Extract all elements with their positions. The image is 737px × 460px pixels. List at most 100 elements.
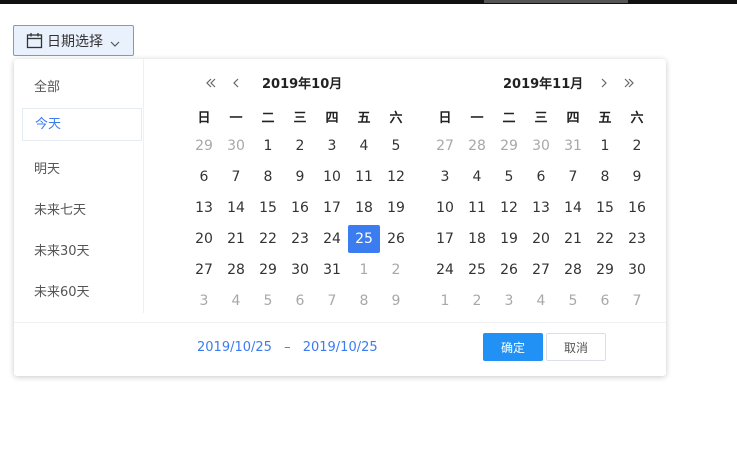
left-day-cell[interactable]: 3 <box>316 132 348 160</box>
left-day-cell[interactable]: 24 <box>316 225 348 253</box>
shortcut-item[interactable]: 未来七天 <box>22 194 142 227</box>
right-day-cell[interactable]: 25 <box>461 256 493 284</box>
right-day-cell[interactable]: 7 <box>557 163 589 191</box>
left-day-cell[interactable]: 10 <box>316 163 348 191</box>
left-day-cell[interactable]: 5 <box>252 287 284 315</box>
left-day-cell[interactable]: 4 <box>348 132 380 160</box>
left-day-cell[interactable]: 31 <box>316 256 348 284</box>
next-month-icon[interactable] <box>597 75 611 91</box>
shortcut-list: 全部今天明天未来七天未来30天未来60天 <box>14 59 144 313</box>
right-day-cell[interactable]: 10 <box>429 194 461 222</box>
left-day-cell[interactable]: 7 <box>316 287 348 315</box>
right-day-cell[interactable]: 16 <box>621 194 653 222</box>
left-day-cell[interactable]: 14 <box>220 194 252 222</box>
right-day-cell[interactable]: 3 <box>493 287 525 315</box>
right-day-cell[interactable]: 12 <box>493 194 525 222</box>
confirm-button[interactable]: 确定 <box>483 333 543 361</box>
prev-year-icon[interactable] <box>204 75 218 91</box>
right-day-cell[interactable]: 30 <box>525 132 557 160</box>
left-weekday: 五 <box>357 110 371 126</box>
left-day-cell[interactable]: 9 <box>380 287 412 315</box>
left-day-cell[interactable]: 3 <box>188 287 220 315</box>
right-day-cell[interactable]: 15 <box>589 194 621 222</box>
shortcut-item[interactable]: 全部 <box>22 71 142 104</box>
left-day-cell[interactable]: 6 <box>188 163 220 191</box>
left-day-cell[interactable]: 18 <box>348 194 380 222</box>
right-day-cell[interactable]: 29 <box>589 256 621 284</box>
left-day-cell[interactable]: 4 <box>220 287 252 315</box>
left-day-cell[interactable]: 28 <box>220 256 252 284</box>
right-day-cell[interactable]: 17 <box>429 225 461 253</box>
right-day-cell[interactable]: 1 <box>589 132 621 160</box>
left-day-cell[interactable]: 6 <box>284 287 316 315</box>
right-day-cell[interactable]: 31 <box>557 132 589 160</box>
left-day-cell[interactable]: 30 <box>284 256 316 284</box>
left-day-cell[interactable]: 5 <box>380 132 412 160</box>
left-day-cell[interactable]: 26 <box>380 225 412 253</box>
left-day-cell[interactable]: 23 <box>284 225 316 253</box>
left-day-cell[interactable]: 1 <box>252 132 284 160</box>
left-day-cell[interactable]: 1 <box>348 256 380 284</box>
right-day-cell[interactable]: 2 <box>621 132 653 160</box>
right-day-cell[interactable]: 11 <box>461 194 493 222</box>
left-day-cell[interactable]: 25 <box>348 225 380 253</box>
left-day-cell[interactable]: 21 <box>220 225 252 253</box>
left-day-cell[interactable]: 16 <box>284 194 316 222</box>
right-day-cell[interactable]: 9 <box>621 163 653 191</box>
left-day-cell[interactable]: 2 <box>284 132 316 160</box>
left-day-cell[interactable]: 9 <box>284 163 316 191</box>
right-day-cell[interactable]: 5 <box>493 163 525 191</box>
right-day-cell[interactable]: 3 <box>429 163 461 191</box>
left-day-cell[interactable]: 22 <box>252 225 284 253</box>
right-day-cell[interactable]: 18 <box>461 225 493 253</box>
right-day-cell[interactable]: 21 <box>557 225 589 253</box>
right-day-cell[interactable]: 28 <box>557 256 589 284</box>
left-day-cell[interactable]: 8 <box>252 163 284 191</box>
left-day-cell[interactable]: 29 <box>188 132 220 160</box>
left-day-cell[interactable]: 13 <box>188 194 220 222</box>
cancel-button[interactable]: 取消 <box>546 333 606 361</box>
right-day-cell[interactable]: 4 <box>525 287 557 315</box>
left-day-cell[interactable]: 8 <box>348 287 380 315</box>
right-day-cell[interactable]: 29 <box>493 132 525 160</box>
left-day-cell[interactable]: 15 <box>252 194 284 222</box>
right-day-cell[interactable]: 30 <box>621 256 653 284</box>
right-day-cell[interactable]: 5 <box>557 287 589 315</box>
shortcut-item[interactable]: 今天 <box>22 108 142 141</box>
right-day-cell[interactable]: 26 <box>493 256 525 284</box>
right-day-cell[interactable]: 19 <box>493 225 525 253</box>
date-picker-trigger[interactable]: 日期选择 <box>13 25 134 56</box>
right-day-cell[interactable]: 27 <box>429 132 461 160</box>
prev-month-icon[interactable] <box>229 75 243 91</box>
left-day-cell[interactable]: 12 <box>380 163 412 191</box>
right-day-cell[interactable]: 6 <box>525 163 557 191</box>
left-day-cell[interactable]: 30 <box>220 132 252 160</box>
left-day-cell[interactable]: 2 <box>380 256 412 284</box>
left-day-cell[interactable]: 11 <box>348 163 380 191</box>
right-day-cell[interactable]: 23 <box>621 225 653 253</box>
left-day-cell[interactable]: 19 <box>380 194 412 222</box>
left-day-cell[interactable]: 17 <box>316 194 348 222</box>
shortcut-item[interactable]: 未来60天 <box>22 276 142 309</box>
right-day-cell[interactable]: 28 <box>461 132 493 160</box>
shortcut-item[interactable]: 未来30天 <box>22 235 142 268</box>
left-day-cell[interactable]: 29 <box>252 256 284 284</box>
right-day-cell[interactable]: 20 <box>525 225 557 253</box>
right-day-cell[interactable]: 6 <box>589 287 621 315</box>
left-day-cell[interactable]: 20 <box>188 225 220 253</box>
right-day-cell[interactable]: 27 <box>525 256 557 284</box>
right-day-cell[interactable]: 2 <box>461 287 493 315</box>
shortcut-item[interactable]: 明天 <box>22 153 142 186</box>
right-day-cell[interactable]: 22 <box>589 225 621 253</box>
next-year-icon[interactable] <box>622 75 636 91</box>
right-day-cell[interactable]: 1 <box>429 287 461 315</box>
right-day-cell[interactable]: 13 <box>525 194 557 222</box>
right-day-cell[interactable]: 24 <box>429 256 461 284</box>
right-day-cell[interactable]: 14 <box>557 194 589 222</box>
left-day-cell[interactable]: 7 <box>220 163 252 191</box>
right-day-cell[interactable]: 7 <box>621 287 653 315</box>
right-day-cell[interactable]: 4 <box>461 163 493 191</box>
left-day-cell[interactable]: 27 <box>188 256 220 284</box>
right-week-row: 10 11 12 13 14 15 16 <box>429 194 653 222</box>
right-day-cell[interactable]: 8 <box>589 163 621 191</box>
